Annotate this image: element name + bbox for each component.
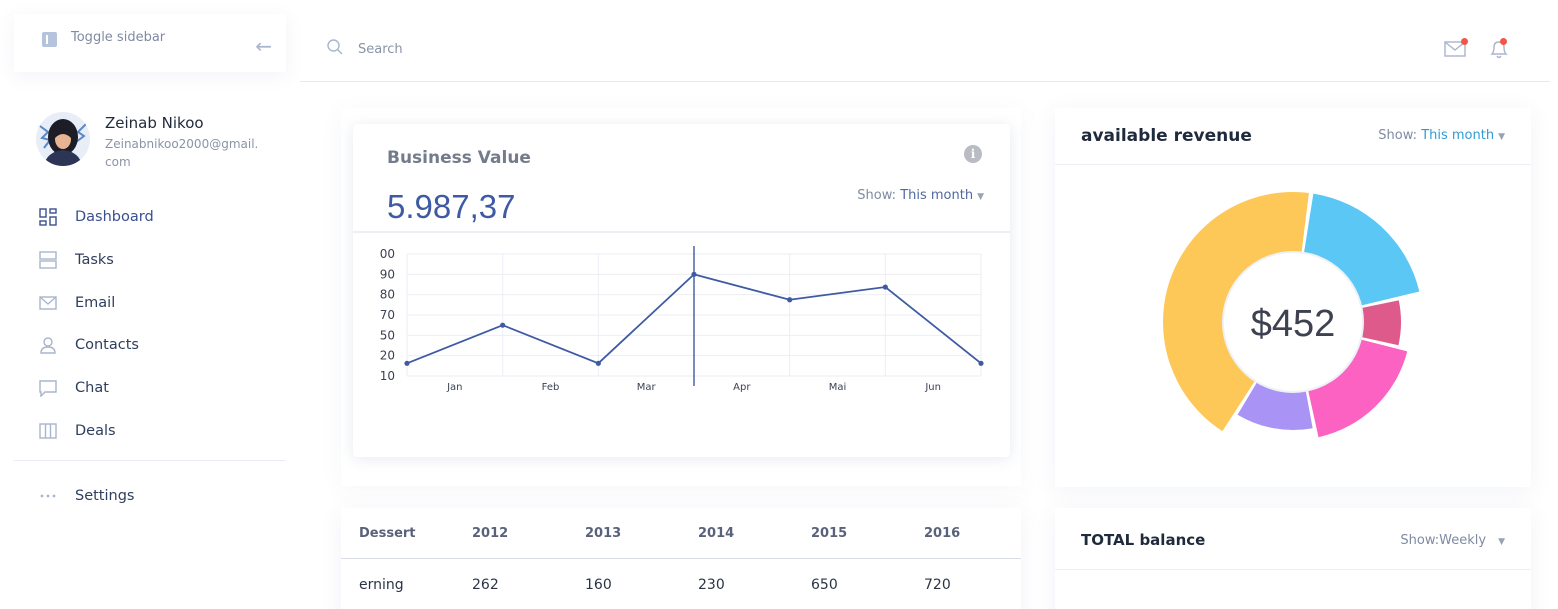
y-tick-label: 20 xyxy=(380,349,395,363)
data-point xyxy=(787,297,793,303)
sidebar-item-dashboard[interactable]: Dashboard xyxy=(38,196,154,239)
arrow-left-icon[interactable]: ← xyxy=(255,36,272,56)
profile-name: Zeinab Nikoo xyxy=(105,114,204,132)
data-point xyxy=(882,284,888,290)
top-header: Search xyxy=(300,0,1550,82)
y-tick-label: 10 xyxy=(380,369,395,383)
sidebar: Toggle sidebar ← Zeinab Nikoo Zeinabniko… xyxy=(0,0,300,609)
table-cell: 262 xyxy=(472,577,499,593)
total-balance-card: TOTAL balance Show:Weekly ▼ xyxy=(1055,508,1531,609)
toggle-sidebar-button[interactable]: Toggle sidebar ← xyxy=(14,14,286,72)
table-header: 2015 xyxy=(811,526,848,541)
user-icon xyxy=(38,335,58,355)
x-tick-label: Apr xyxy=(733,382,751,393)
total-balance-title: TOTAL balance xyxy=(1081,531,1206,549)
bell-icon[interactable] xyxy=(1488,38,1510,64)
mail-icon[interactable] xyxy=(1444,38,1468,62)
more-icon xyxy=(38,486,58,506)
tasks-icon xyxy=(38,250,58,270)
table-cell: erning xyxy=(359,577,404,593)
x-tick-label: Jan xyxy=(446,382,462,393)
sidebar-divider xyxy=(14,460,286,461)
search-input[interactable]: Search xyxy=(326,38,403,60)
settings-label: Settings xyxy=(75,488,135,504)
table-header: 2013 xyxy=(585,526,622,541)
revenue-donut-chart: $452 xyxy=(1163,192,1420,438)
app-root: Toggle sidebar ← Zeinab Nikoo Zeinabniko… xyxy=(0,0,1558,609)
x-tick-label: Feb xyxy=(542,382,560,393)
sidebar-item-chat[interactable]: Chat xyxy=(38,367,154,410)
sidebar-item-label: Email xyxy=(75,294,116,311)
period-label: Show:Weekly xyxy=(1400,533,1487,548)
table-divider xyxy=(341,558,1021,559)
avatar xyxy=(36,112,90,166)
table-cell: 160 xyxy=(585,577,612,593)
sidebar-icon xyxy=(42,32,57,47)
x-tick-label: Mai xyxy=(829,382,847,393)
table-cell: 720 xyxy=(924,577,951,593)
data-point xyxy=(691,271,697,277)
table-cell: 230 xyxy=(698,577,725,593)
balance-period-dropdown[interactable]: Show:Weekly ▼ xyxy=(1400,533,1505,548)
sidebar-item-tasks[interactable]: Tasks xyxy=(38,239,154,282)
sidebar-item-contacts[interactable]: Contacts xyxy=(38,324,154,367)
y-tick-label: 00 xyxy=(380,247,395,261)
sidebar-item-email[interactable]: Email xyxy=(38,281,154,324)
card-divider xyxy=(1055,569,1531,570)
table-header: 2012 xyxy=(472,526,509,541)
table-header: 2014 xyxy=(698,526,735,541)
sidebar-item-label: Dashboard xyxy=(75,209,154,226)
table-header: Dessert xyxy=(359,526,416,541)
sidebar-item-label: Tasks xyxy=(75,252,114,269)
donut-center-value: $452 xyxy=(1251,303,1336,345)
data-point xyxy=(404,360,410,366)
search-placeholder: Search xyxy=(358,41,403,57)
columns-icon xyxy=(38,421,58,441)
mail-icon xyxy=(38,293,58,313)
table-header: 2016 xyxy=(924,526,961,541)
sidebar-item-label: Contacts xyxy=(75,337,139,354)
x-tick-label: Jun xyxy=(924,382,941,393)
sidebar-nav: Dashboard Tasks Email Contacts Chat Deal… xyxy=(38,196,154,452)
y-tick-label: 90 xyxy=(380,267,395,281)
chat-icon xyxy=(38,378,58,398)
business-value-line-chart: 00 90 80 70 50 20 10 Jan Feb Mar Apr Mai Jun xyxy=(380,246,984,393)
user-profile[interactable]: Zeinab Nikoo Zeinabnikoo2000@gmail. com xyxy=(36,112,265,171)
data-point xyxy=(500,322,506,328)
dessert-table: Dessert 2012 2013 2014 2015 2016 erning … xyxy=(341,508,1021,609)
x-tick-label: Mar xyxy=(637,382,657,393)
business-value-card: Business Value i 5.987,37 Show: This mon… xyxy=(353,124,1010,457)
table-cell: 650 xyxy=(811,577,838,593)
data-point xyxy=(595,360,601,366)
donut-slice xyxy=(1359,300,1401,346)
y-tick-label: 80 xyxy=(380,288,395,302)
sidebar-item-label: Deals xyxy=(75,422,116,439)
revenue-card: available revenue Show: This month ▼ $452 xyxy=(1055,108,1531,487)
profile-email: Zeinabnikoo2000@gmail. com xyxy=(105,137,259,169)
sidebar-item-label: Chat xyxy=(75,380,109,397)
notification-dot xyxy=(1461,38,1468,45)
notification-dot xyxy=(1500,38,1507,45)
toggle-sidebar-label: Toggle sidebar xyxy=(71,30,166,45)
y-tick-label: 70 xyxy=(380,308,395,322)
sidebar-item-settings[interactable]: Settings xyxy=(38,486,134,506)
chevron-down-icon: ▼ xyxy=(1498,537,1505,547)
search-icon xyxy=(326,38,344,60)
sidebar-item-deals[interactable]: Deals xyxy=(38,409,154,452)
data-point xyxy=(978,360,984,366)
y-tick-label: 50 xyxy=(380,328,395,342)
grid-icon xyxy=(38,207,58,227)
